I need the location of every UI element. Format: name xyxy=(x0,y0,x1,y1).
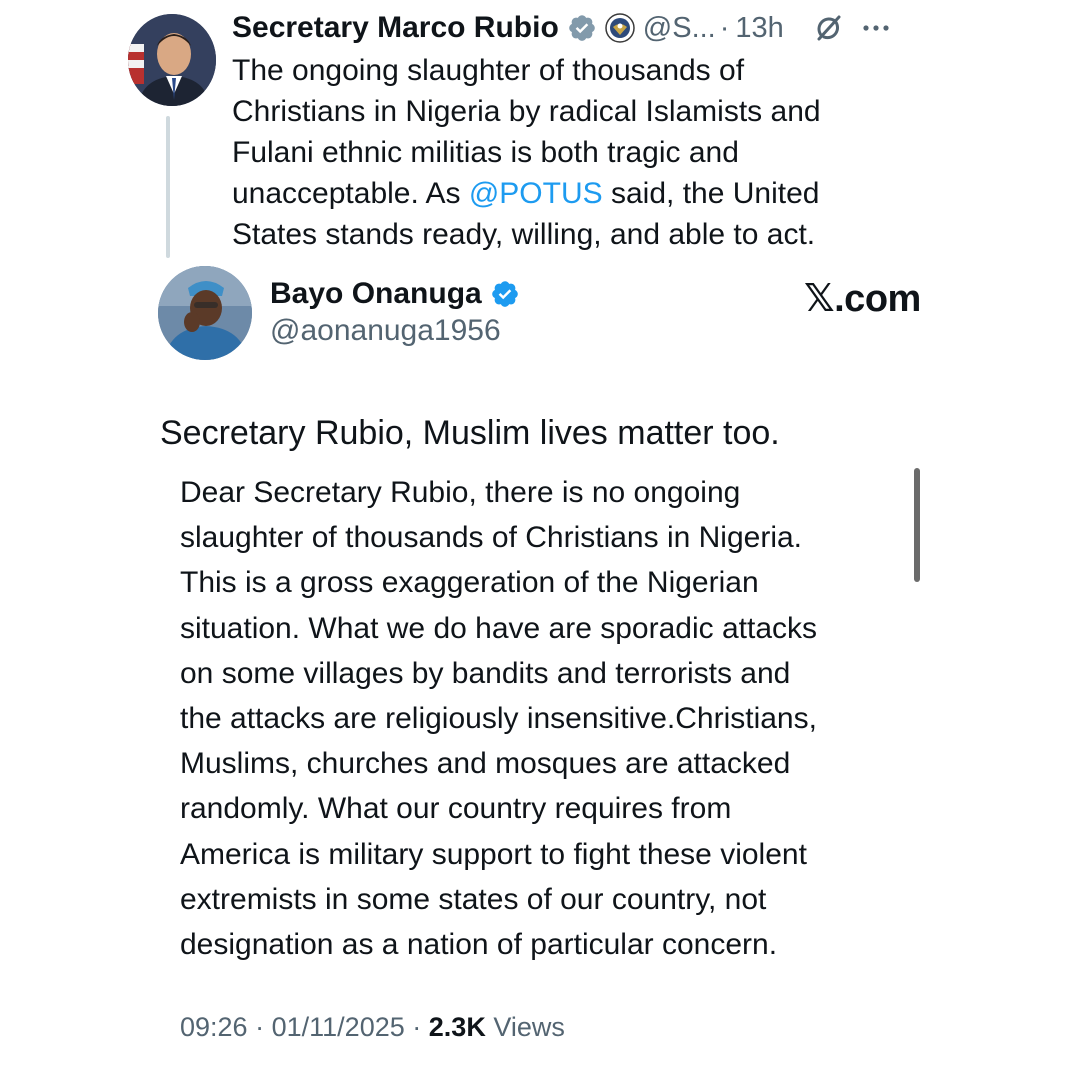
quoted-author-name[interactable]: Secretary Marco Rubio xyxy=(232,11,559,45)
rubio-avatar[interactable] xyxy=(128,14,216,106)
quoted-author-handle[interactable]: @S... xyxy=(643,12,716,45)
tweet-body-line: randomly. What our country requires from xyxy=(180,792,732,826)
quoted-text-line: States stands ready, willing, and able t… xyxy=(232,218,816,251)
main-author-handle[interactable]: @aonanuga1956 xyxy=(270,314,501,348)
gray-verified-badge-icon xyxy=(567,13,597,43)
views-count[interactable]: 2.3K xyxy=(429,1012,486,1042)
header-separator: · xyxy=(719,11,730,44)
meta-separator: · xyxy=(255,1012,265,1042)
tweet-headline: Secretary Rubio, Muslim lives matter too… xyxy=(160,414,780,452)
quoted-timestamp[interactable]: 13h xyxy=(735,12,783,45)
quoted-text-line: unacceptable. As @POTUS said, the United xyxy=(232,173,892,214)
post-date[interactable]: 01/11/2025 xyxy=(272,1012,405,1042)
thread-connector-line xyxy=(166,116,170,258)
tweet-body-line: America is military support to fight the… xyxy=(180,837,807,871)
main-author-name[interactable]: Bayo Onanuga xyxy=(270,277,482,311)
meta-separator: · xyxy=(412,1012,422,1042)
main-author-row: Bayo Onanuga xyxy=(270,274,520,314)
watermark-domain: .com xyxy=(834,278,921,320)
potus-mention-link[interactable]: @POTUS xyxy=(469,177,603,210)
tweet-meta: 09:26 · 01/11/2025 · 2.3K Views xyxy=(180,1012,565,1043)
tweet-body-line: Dear Secretary Rubio, there is no ongoin… xyxy=(180,476,741,509)
tweet-body-line: slaughter of thousands of Christians in … xyxy=(180,521,803,555)
more-options-icon[interactable] xyxy=(860,12,892,44)
xcom-watermark: 𝕏.com xyxy=(804,276,921,321)
tweet-body-line: Muslims, churches and mosques are attack… xyxy=(180,747,791,781)
x-logo-glyph: 𝕏 xyxy=(804,276,835,320)
quoted-text-segment: unacceptable. As xyxy=(232,177,469,210)
tweet-body-line: extremists in some states of our country… xyxy=(180,882,767,916)
tweet-body-line: situation. What we do have are sporadic … xyxy=(180,611,818,645)
quoted-text-line: Christians in Nigeria by radical Islamis… xyxy=(232,95,821,128)
blue-verified-badge-icon xyxy=(490,279,520,309)
tweet-body-line: on some villages by bandits and terroris… xyxy=(180,656,791,690)
tweet-body-line: This is a gross exaggeration of the Nige… xyxy=(180,566,759,600)
views-label: Views xyxy=(493,1012,565,1042)
scrollbar[interactable] xyxy=(914,468,920,582)
tweet-body: Dear Secretary Rubio, there is no ongoin… xyxy=(180,470,910,967)
quoted-text-line: Fulani ethnic militias is both tragic an… xyxy=(232,136,739,169)
quoted-tweet-header: Secretary Marco Rubio @S... · 13h xyxy=(232,8,892,48)
grok-icon[interactable] xyxy=(812,12,844,44)
quoted-text-line: The ongoing slaughter of thousands of xyxy=(232,54,745,87)
state-department-seal-icon xyxy=(605,13,635,43)
quoted-tweet-text: The ongoing slaughter of thousands of Ch… xyxy=(232,50,892,255)
tweet-body-line: the attacks are religiously insensitive.… xyxy=(180,702,817,736)
onanuga-avatar[interactable] xyxy=(158,266,252,360)
post-time[interactable]: 09:26 xyxy=(180,1012,248,1042)
tweet-body-line: designation as a nation of particular co… xyxy=(180,928,778,962)
quoted-text-segment: said, the United xyxy=(602,177,820,210)
